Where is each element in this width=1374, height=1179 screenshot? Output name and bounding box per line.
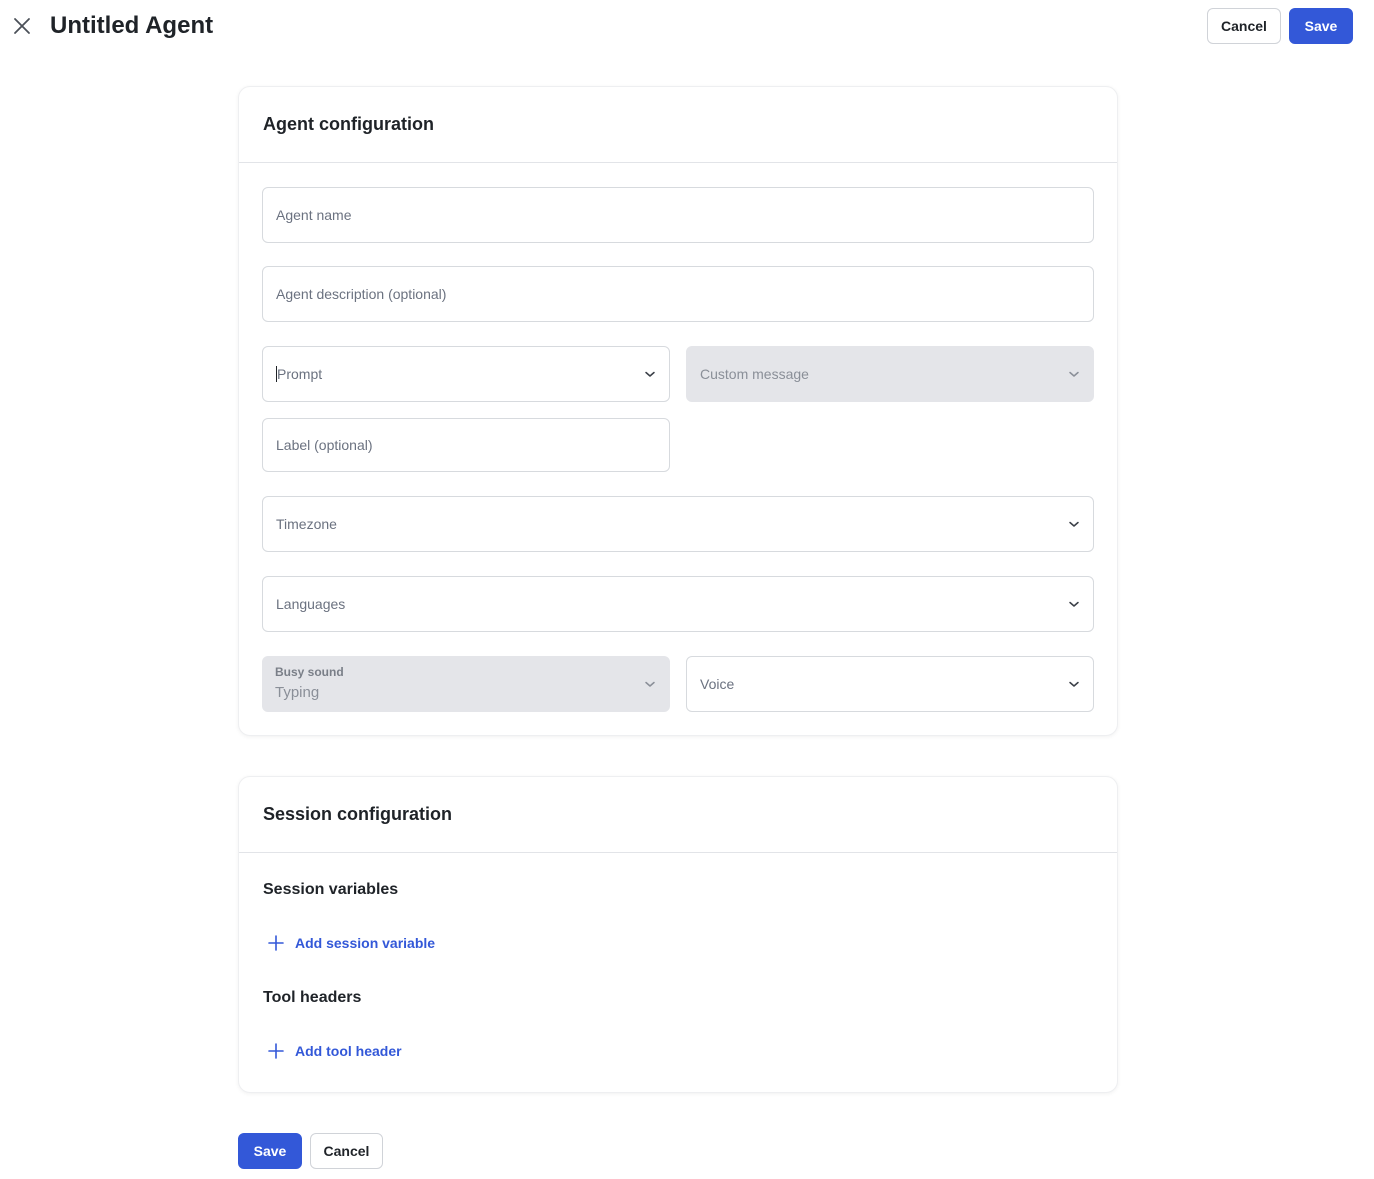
agent-description-placeholder: Agent description (optional)	[276, 286, 447, 302]
add-tool-header-label: Add tool header	[295, 1043, 402, 1059]
header-save-button[interactable]: Save	[1289, 8, 1353, 44]
prompt-placeholder: Prompt	[277, 366, 323, 382]
chevron-down-icon	[1069, 521, 1079, 527]
languages-placeholder: Languages	[276, 596, 346, 612]
session-configuration-card: Session configuration Session variables …	[238, 776, 1118, 1093]
session-variables-heading: Session variables	[263, 881, 399, 898]
timezone-placeholder: Timezone	[276, 516, 337, 532]
add-tool-header-button[interactable]: Add tool header	[267, 1042, 402, 1060]
close-icon	[14, 18, 30, 34]
chevron-down-icon	[645, 681, 655, 687]
plus-icon	[268, 1043, 284, 1059]
chevron-down-icon	[1069, 371, 1079, 377]
agent-configuration-card: Agent configuration Agent name Agent des…	[238, 86, 1118, 736]
voice-select[interactable]: Voice	[686, 656, 1094, 712]
timezone-select[interactable]: Timezone	[262, 496, 1094, 552]
busy-sound-value: Typing	[275, 684, 320, 701]
agent-name-field[interactable]: Agent name	[262, 187, 1094, 243]
page-title: Untitled Agent	[50, 12, 214, 39]
footer-save-button[interactable]: Save	[238, 1133, 302, 1169]
custom-message-select[interactable]: Custom message	[686, 346, 1094, 402]
add-session-variable-button[interactable]: Add session variable	[267, 934, 435, 952]
session-configuration-header: Session configuration	[239, 777, 1117, 853]
session-configuration-title: Session configuration	[263, 804, 453, 824]
agent-configuration-header: Agent configuration	[239, 87, 1117, 163]
tool-headers-heading: Tool headers	[263, 989, 362, 1006]
chevron-down-icon	[645, 371, 655, 377]
voice-placeholder: Voice	[700, 676, 735, 692]
label-placeholder: Label (optional)	[276, 437, 373, 453]
plus-icon	[268, 935, 284, 951]
chevron-down-icon	[1069, 601, 1079, 607]
header-cancel-button[interactable]: Cancel	[1207, 8, 1281, 44]
close-button[interactable]	[10, 14, 34, 38]
agent-configuration-title: Agent configuration	[263, 114, 434, 134]
chevron-down-icon	[1069, 681, 1079, 687]
prompt-select[interactable]: Prompt	[262, 346, 670, 402]
agent-description-field[interactable]: Agent description (optional)	[262, 266, 1094, 322]
languages-select[interactable]: Languages	[262, 576, 1094, 632]
footer-cancel-button[interactable]: Cancel	[310, 1133, 383, 1169]
add-session-variable-label: Add session variable	[295, 935, 436, 951]
busy-sound-select[interactable]: Busy sound Typing	[262, 656, 670, 712]
custom-message-placeholder: Custom message	[700, 366, 809, 382]
top-bar: Untitled Agent Cancel Save	[0, 0, 1374, 52]
label-field[interactable]: Label (optional)	[262, 418, 670, 472]
busy-sound-label: Busy sound	[275, 665, 344, 679]
agent-name-placeholder: Agent name	[276, 207, 352, 223]
